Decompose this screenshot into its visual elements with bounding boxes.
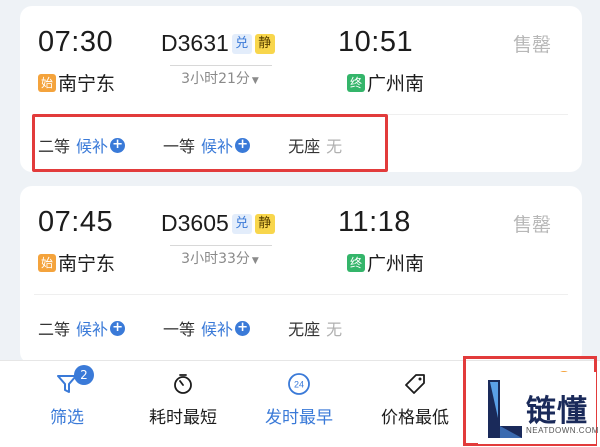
departure-station-name: 南宁东	[58, 253, 116, 275]
arrival-station: 终 广州南	[347, 249, 424, 276]
sort-fastest-button[interactable]: 耗时最短	[128, 369, 238, 428]
waitlist-label: 候补	[201, 320, 234, 339]
exchange-tag: 兑	[231, 213, 252, 234]
watermark-subtext: NEATDOWN.COM	[526, 426, 599, 435]
caret-down-icon: ▼	[251, 256, 259, 266]
duration-text: 3小时33分	[181, 251, 250, 267]
divider	[34, 294, 568, 295]
arrival-station: 终 广州南	[347, 69, 424, 96]
sort-price-button[interactable]: 价格最低	[360, 369, 470, 428]
seat-class-label: 无座	[288, 320, 321, 339]
fastest-label: 耗时最短	[149, 408, 217, 428]
train-card[interactable]: 07:45 D3605 兑 静 11:18 售罄 3小时33分 ▼ 始 南宁东 终…	[20, 186, 582, 364]
clock-24-text: 24	[294, 380, 304, 390]
train-number-text: D3631	[161, 30, 229, 56]
arrival-station-name: 广州南	[367, 253, 425, 275]
price-tag-icon	[360, 369, 470, 399]
train-number-text: D3605	[161, 210, 229, 236]
filter-icon: 2	[12, 365, 122, 399]
timer-icon	[128, 369, 238, 399]
plus-icon[interactable]: +	[235, 320, 251, 336]
silent-tag: 静	[254, 33, 275, 54]
train-number: D3631 兑 静	[161, 30, 275, 57]
start-badge: 始	[38, 253, 56, 272]
silent-tag: 静	[254, 213, 275, 234]
seat-highlight-box	[32, 114, 388, 172]
end-badge: 终	[347, 253, 365, 272]
seat-availability: 二等 候补 + 一等 候补 + 无座 无	[38, 316, 380, 340]
start-badge: 始	[38, 73, 56, 92]
train-number: D3605 兑 静	[161, 210, 275, 237]
end-badge: 终	[347, 73, 365, 92]
duration-line	[170, 245, 272, 246]
price-label: 价格最低	[381, 408, 449, 428]
seat-first-class[interactable]: 一等 候补 +	[163, 316, 251, 340]
filter-count-badge: 2	[74, 365, 94, 385]
unavailable-label: 无	[326, 320, 343, 339]
watermark: 链懂 NEATDOWN.COM	[478, 372, 599, 444]
exchange-tag: 兑	[231, 33, 252, 54]
departure-station: 始 南宁东	[38, 69, 115, 96]
duration-text: 3小时21分	[181, 71, 250, 87]
departure-station-name: 南宁东	[58, 73, 116, 95]
seat-second-class[interactable]: 二等 候补 +	[38, 316, 126, 340]
filter-button[interactable]: 2 筛选	[12, 365, 122, 428]
seat-no-seat: 无座 无	[288, 316, 342, 340]
clock-24-icon: 24	[244, 369, 354, 399]
duration[interactable]: 3小时21分 ▼	[170, 68, 270, 88]
waitlist-label: 候补	[76, 320, 109, 339]
arrival-station-name: 广州南	[367, 73, 425, 95]
arrival-time: 10:51	[338, 26, 414, 58]
seat-class-label: 一等	[163, 320, 196, 339]
filter-label: 筛选	[50, 408, 84, 428]
departure-time: 07:45	[38, 206, 114, 238]
duration-line	[170, 65, 272, 66]
departure-station: 始 南宁东	[38, 249, 115, 276]
plus-icon[interactable]: +	[110, 320, 126, 336]
sold-out-status: 售罄	[513, 34, 552, 56]
duration[interactable]: 3小时33分 ▼	[170, 248, 270, 268]
arrival-time: 11:18	[338, 206, 411, 238]
watermark-logo-icon	[488, 380, 522, 438]
sort-earliest-button[interactable]: 24 发时最早	[244, 369, 354, 428]
departure-time: 07:30	[38, 26, 114, 58]
earliest-label: 发时最早	[265, 408, 333, 428]
seat-class-label: 二等	[38, 320, 71, 339]
watermark-text: 链懂	[526, 394, 588, 429]
caret-down-icon: ▼	[251, 76, 259, 86]
sold-out-status: 售罄	[513, 214, 552, 236]
